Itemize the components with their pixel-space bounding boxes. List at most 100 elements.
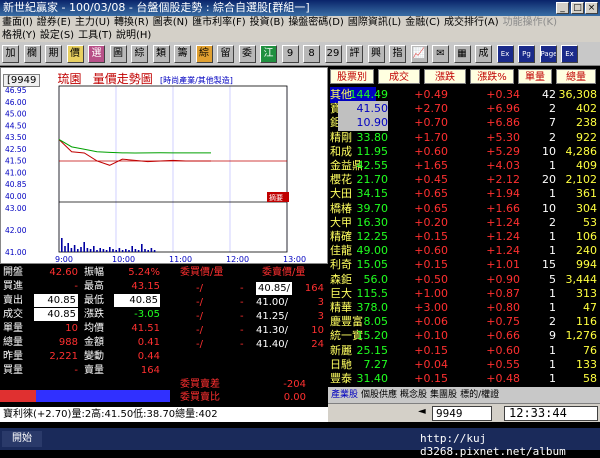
menu-item[interactable]: 工具(T) [78, 30, 112, 41]
toolbar-button[interactable]: Ex [496, 45, 514, 63]
volume-bar [96, 250, 98, 252]
toolbar-button[interactable]: Pg [518, 45, 535, 63]
column-header[interactable]: 成交 [378, 69, 420, 84]
quote-value: 164 [140, 365, 160, 376]
menu-item[interactable]: 成交排行(A) [444, 17, 499, 28]
watchlist-row[interactable]: 豐泰 31.40 +0.15 +0.48 1 58 [328, 371, 600, 387]
toolbar-button[interactable]: 8 [303, 45, 320, 63]
menu-item[interactable]: 操盤密碼(D) [288, 17, 344, 28]
toolbar-button[interactable]: 籌 [174, 45, 191, 63]
close-button[interactable]: × [585, 2, 598, 14]
toolbar-button[interactable]: 期 [45, 45, 62, 63]
tab-1[interactable]: 產業股 [331, 390, 358, 400]
menu-item[interactable]: 功能操作(K) [503, 17, 557, 28]
toolbar-button[interactable]: 評 [346, 45, 363, 63]
ask-price[interactable]: 41.00/ [256, 296, 288, 309]
toolbar-button[interactable]: 綜 [195, 45, 213, 63]
toolbar-button[interactable]: 選 [88, 45, 105, 63]
menu-item[interactable]: 投資(B) [250, 17, 285, 28]
ask-price[interactable]: 41.40/ [256, 338, 288, 351]
status-code[interactable]: 9949 [432, 406, 492, 421]
menu-item[interactable]: 金融(C) [405, 17, 440, 28]
quote-label: 賣量 [84, 365, 104, 376]
bid-price[interactable]: -/ [196, 338, 203, 351]
column-header[interactable]: 總量 [556, 69, 596, 84]
cell-vol: 1 [549, 372, 556, 385]
quote-value: -3.05 [134, 309, 160, 320]
toolbar-button[interactable]: 成 [475, 45, 492, 63]
menu-item[interactable]: 格視(Y) [2, 30, 36, 41]
ask-price[interactable]: 41.25/ [256, 310, 288, 323]
menu-item[interactable]: 圖表(N) [153, 17, 188, 28]
menu-item[interactable]: 匯市利率(F) [192, 17, 246, 28]
bid-price[interactable]: -/ [196, 282, 203, 295]
column-header[interactable]: 單量 [518, 69, 552, 84]
start-button[interactable]: 開始 [2, 431, 42, 447]
column-header[interactable]: 漲跌 [424, 69, 466, 84]
menu-item[interactable]: 轉換(R) [114, 17, 149, 28]
menu-item[interactable]: 畫面(I) [2, 17, 33, 28]
tab-2[interactable]: 個股供應 [361, 390, 397, 400]
menu-item[interactable]: 證券(E) [37, 17, 71, 28]
menu-item[interactable]: 國際資訊(L) [348, 17, 401, 28]
toolbar-button[interactable]: 委 [238, 45, 256, 63]
minimize-button[interactable]: _ [556, 2, 569, 14]
tab-5[interactable]: 標的/權證 [460, 390, 499, 400]
menu-item[interactable]: 主力(U) [75, 17, 110, 28]
quote-value: 988 [58, 337, 78, 348]
volume-bar [125, 249, 127, 252]
scroll-left-icon[interactable]: ◄ [418, 406, 426, 417]
tab-4[interactable]: 集團股 [430, 390, 457, 400]
cell-pct: +0.48 [486, 372, 520, 385]
menu-item[interactable]: 設定(S) [40, 30, 74, 41]
bid-price[interactable]: -/ [196, 324, 203, 337]
toolbar-button[interactable]: 綜 [131, 45, 148, 63]
tab-3[interactable]: 概念股 [400, 390, 427, 400]
bid-qty: - [240, 339, 244, 350]
quote-value: 2,221 [49, 351, 78, 362]
toolbar-button[interactable]: ✉ [432, 45, 449, 63]
quote-label: 變動 [84, 351, 104, 362]
toolbar-button[interactable]: 加 [2, 45, 19, 63]
toolbar-button[interactable]: 29 [324, 45, 342, 63]
ask-price[interactable]: 41.30/ [256, 324, 288, 337]
quote-panel: 開盤 42.60 振幅 5.24% 買進 - 最高 43.15 賣出 40.85 最低 40.85 成交… [0, 264, 328, 406]
toolbar-button[interactable]: 類 [152, 45, 170, 63]
stock-code[interactable]: [9949 [3, 74, 41, 87]
toolbar-button[interactable]: 價 [66, 45, 84, 63]
bid-price[interactable]: -/ [196, 310, 203, 323]
toolbar-button[interactable]: 指 [389, 45, 406, 63]
summary-badge[interactable]: 摘要 [267, 192, 289, 202]
maximize-button[interactable]: □ [571, 2, 584, 14]
volume-bar [141, 244, 143, 252]
ask-qty: 3 [317, 311, 324, 322]
toolbar-button[interactable]: Page [539, 45, 557, 63]
toolbar-button[interactable]: 興 [367, 45, 385, 63]
toolbar-button[interactable]: 📈 [410, 45, 428, 63]
toolbar-button[interactable]: Ex [561, 45, 578, 63]
column-header[interactable]: 漲跌% [470, 69, 514, 84]
column-header[interactable]: 股票別 [330, 69, 374, 84]
y-tick-label: 45.00 [5, 110, 27, 119]
cell-total: 58 [583, 372, 597, 385]
bid-price[interactable]: -/ [196, 296, 203, 309]
toolbar-button[interactable]: 留 [217, 45, 234, 63]
ask-price[interactable]: 40.85/ [256, 282, 292, 295]
menu-item[interactable]: 說明(H) [116, 30, 151, 41]
quote-label: 賣出 [3, 295, 23, 306]
toolbar-button[interactable]: 圖 [109, 45, 127, 63]
quote-label: 買進 [3, 281, 23, 292]
x-tick-label: 9:00 [55, 255, 73, 263]
toolbar-button[interactable]: ▦ [453, 45, 471, 63]
toolbar-button[interactable]: 9 [281, 45, 299, 63]
toolbar-button[interactable]: 欄 [23, 45, 41, 63]
quote-value: 40.85 [34, 308, 78, 321]
volume-bar [134, 249, 137, 252]
bid-ask-diff-label: 委買賣差 [180, 379, 220, 390]
quote-label: 買量 [3, 365, 23, 376]
toolbar-button[interactable]: 江 [260, 45, 277, 63]
y-tick-label: 41.00 [5, 248, 27, 257]
volume-bar [67, 243, 69, 252]
bid-ask-diff-value: -204 [283, 379, 306, 390]
quote-label: 開盤 [3, 267, 23, 278]
